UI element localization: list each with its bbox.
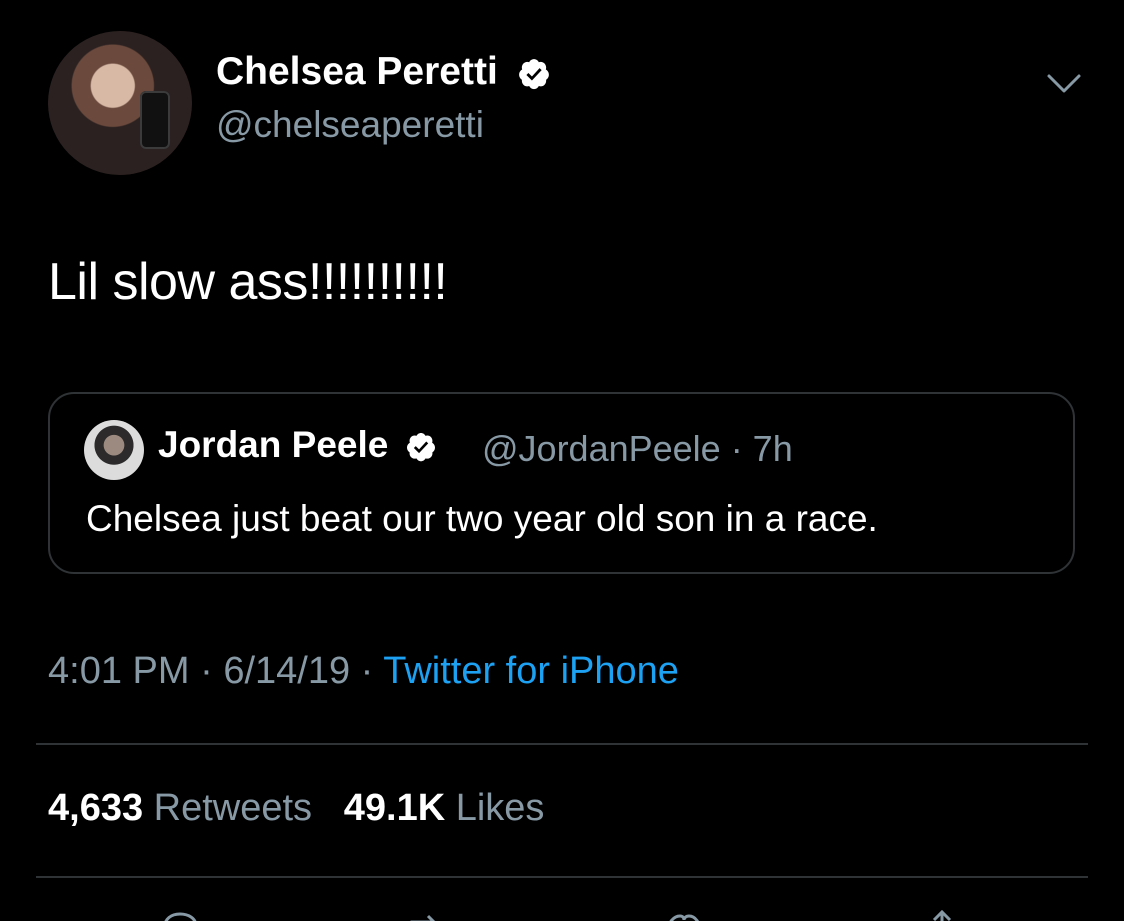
- quoted-author-display-name: Jordan Peele: [158, 424, 389, 465]
- tweet-date: 6/14/19: [223, 650, 351, 692]
- divider: [36, 743, 1088, 745]
- tweet-meta: 4:01 PM · 6/14/19 · Twitter for iPhone: [48, 650, 679, 693]
- retweets-count: 4,633: [48, 787, 144, 829]
- quoted-author-name-row: Jordan Peele: [158, 424, 437, 466]
- likes-stat[interactable]: 49.1K Likes: [344, 787, 545, 829]
- author-name-row[interactable]: Chelsea Peretti: [216, 50, 551, 94]
- retweet-icon[interactable]: [404, 908, 448, 921]
- chevron-down-icon[interactable]: [1046, 70, 1082, 98]
- verified-badge-icon: [406, 433, 435, 462]
- quoted-author-avatar: [84, 420, 144, 480]
- reply-icon[interactable]: [158, 908, 202, 921]
- author-handle[interactable]: @chelseaperetti: [216, 104, 484, 146]
- verified-badge-icon: [518, 58, 549, 89]
- quoted-tweet-card[interactable]: Jordan Peele @JordanPeele · 7h Chelsea j…: [48, 392, 1075, 574]
- meta-separator: ·: [350, 650, 384, 692]
- tweet-time: 4:01 PM: [48, 650, 190, 692]
- retweets-label: Retweets: [153, 787, 313, 829]
- tweet-text: Lil slow ass!!!!!!!!!!: [48, 253, 448, 311]
- tweet-stats: 4,633 Retweets 49.1K Likes: [48, 787, 544, 830]
- meta-separator: ·: [189, 650, 224, 692]
- action-bar: [0, 900, 1124, 921]
- tweet-source-link[interactable]: Twitter for iPhone: [383, 650, 679, 692]
- author-avatar[interactable]: [48, 31, 192, 175]
- likes-label: Likes: [455, 787, 545, 829]
- retweets-stat[interactable]: 4,633 Retweets: [48, 787, 312, 829]
- quoted-handle-time: @JordanPeele · 7h: [482, 428, 793, 469]
- divider: [36, 876, 1088, 878]
- author-display-name[interactable]: Chelsea Peretti: [216, 50, 498, 93]
- share-icon[interactable]: [920, 908, 964, 921]
- heart-icon[interactable]: [662, 908, 706, 921]
- likes-count: 49.1K: [343, 787, 446, 829]
- quoted-tweet-text: Chelsea just beat our two year old son i…: [86, 498, 878, 539]
